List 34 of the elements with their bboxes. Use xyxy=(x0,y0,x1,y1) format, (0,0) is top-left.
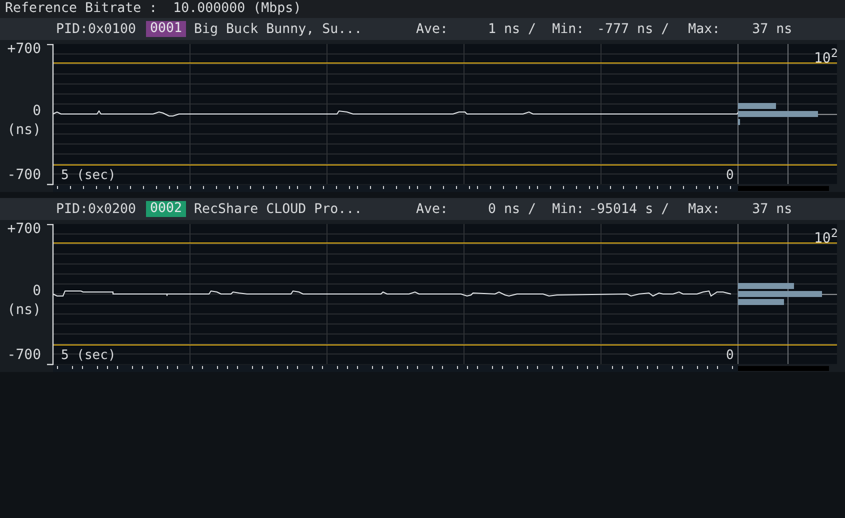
stat-value: -777 ns / xyxy=(596,22,670,36)
reference-bitrate-value: 10.000000 (Mbps) xyxy=(173,0,302,18)
stat-value: 37 ns xyxy=(751,202,792,216)
histogram-scale-label: 10$^{2}$ xyxy=(814,46,838,66)
axis-min-label: -700 xyxy=(7,347,41,363)
program-name: RecShare CLOUD Pro... xyxy=(194,202,364,216)
axis-max-label: +700 xyxy=(7,41,41,57)
time-scale-label: 5 (sec) xyxy=(61,349,116,363)
stat-label: Ave: xyxy=(416,22,448,36)
axis-unit-label: (ns) xyxy=(7,122,41,138)
pid-label: PID:0x0100 xyxy=(56,22,138,36)
stat-label: Min: xyxy=(552,202,584,216)
program-number-tag: 0002 xyxy=(146,201,186,217)
program-number-tag: 0001 xyxy=(146,21,186,37)
axis-unit-label: (ns) xyxy=(7,302,41,318)
stat-value: -95014 s / xyxy=(588,202,670,216)
stat-label: Max: xyxy=(688,202,720,216)
stat-value: 0 ns / xyxy=(487,202,536,216)
axis-zero-label: 0 xyxy=(32,103,41,119)
reference-bitrate-label: Reference Bitrate : xyxy=(5,0,158,18)
histogram-zero-label: 0 xyxy=(726,349,734,363)
axis-zero-label: 0 xyxy=(32,283,41,299)
stat-label: Min: xyxy=(552,22,584,36)
stat-label: Ave: xyxy=(416,202,448,216)
pid-label: PID:0x0200 xyxy=(56,202,138,216)
axis-min-label: -700 xyxy=(7,167,41,183)
histogram-scale-label: 10$^{2}$ xyxy=(814,226,838,246)
time-scale-label: 5 (sec) xyxy=(61,169,116,183)
stat-label: Max: xyxy=(688,22,720,36)
histogram-zero-label: 0 xyxy=(726,169,734,183)
stat-value: 1 ns / xyxy=(487,22,536,36)
stat-value: 37 ns xyxy=(751,22,792,36)
axis-max-label: +700 xyxy=(7,221,41,237)
program-name: Big Buck Bunny, Su... xyxy=(194,22,364,36)
